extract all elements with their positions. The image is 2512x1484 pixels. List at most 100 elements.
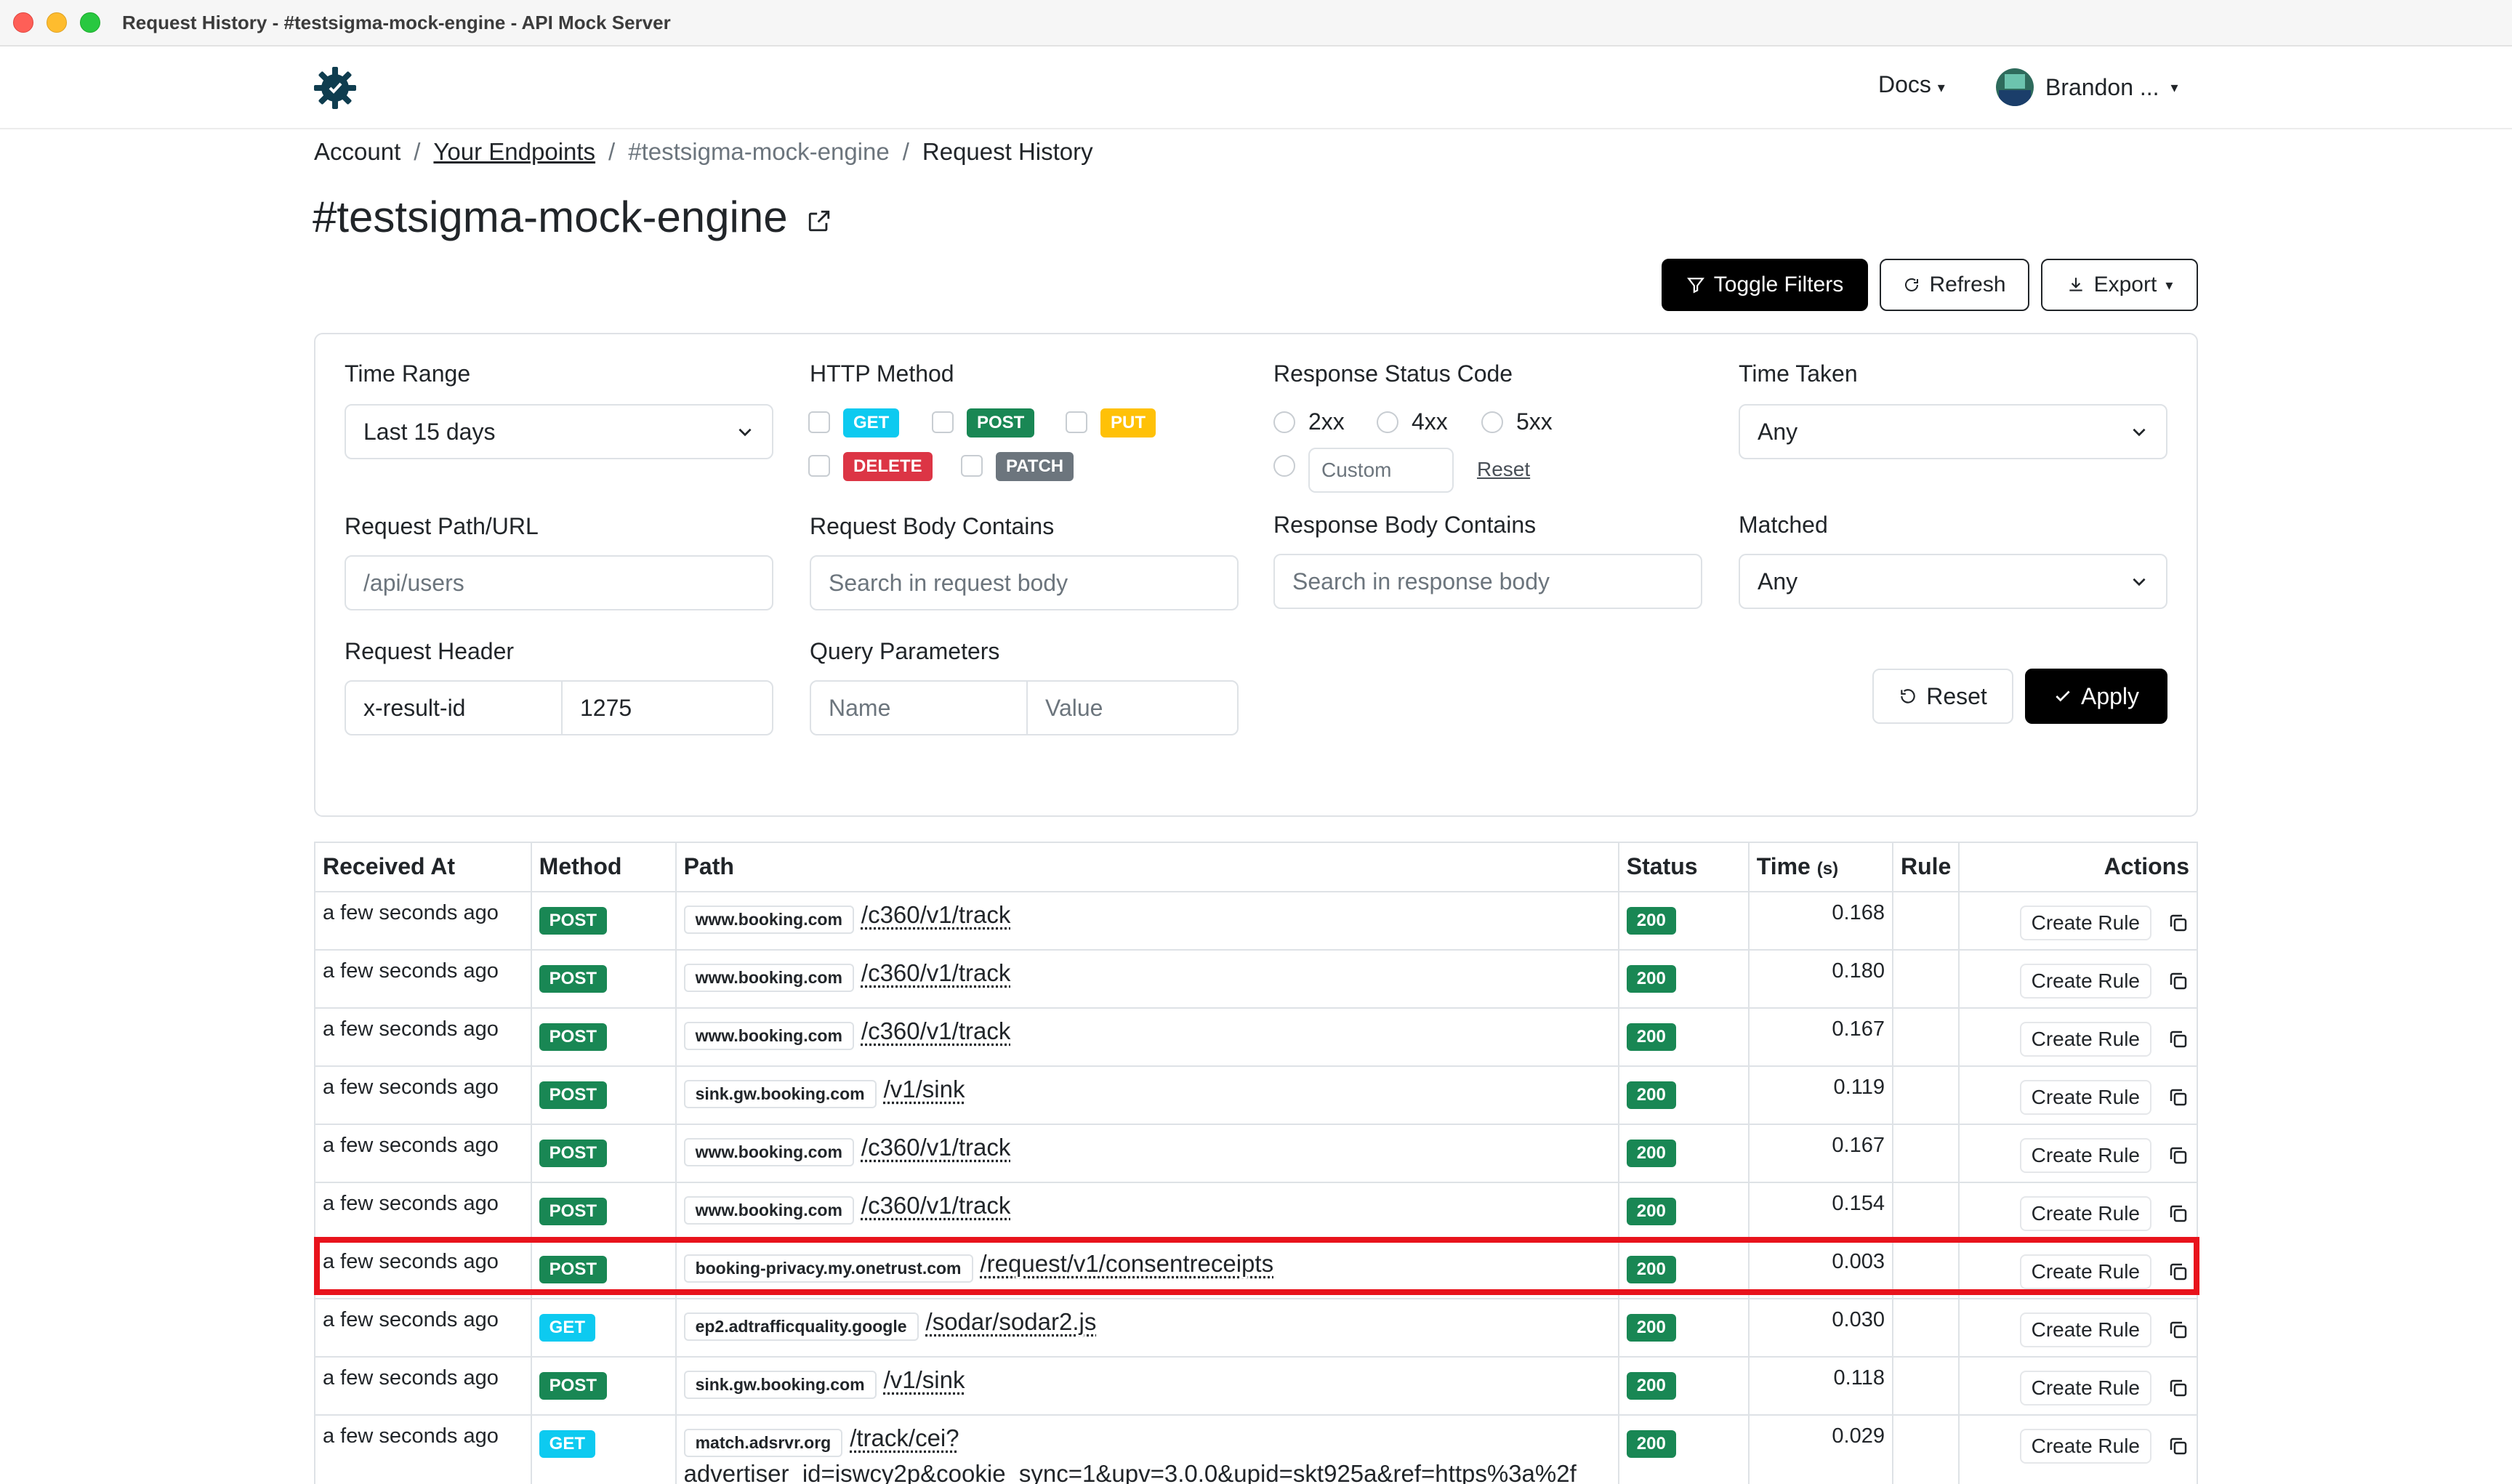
create-rule-button[interactable]: Create Rule xyxy=(2020,1429,2151,1464)
table-header-row: Received At Method Path Status Time (s) … xyxy=(315,842,2197,892)
refresh-label: Refresh xyxy=(1929,273,2005,297)
col-path[interactable]: Path xyxy=(676,842,1619,892)
minimize-window-button[interactable] xyxy=(47,12,67,33)
status-4xx-radio[interactable] xyxy=(1377,411,1398,433)
copy-icon[interactable] xyxy=(2167,1435,2189,1457)
header-value-input[interactable]: 1275 xyxy=(561,682,772,734)
request-path-link[interactable]: /c360/v1/track xyxy=(861,901,1010,928)
host-badge: booking-privacy.my.onetrust.com xyxy=(684,1254,973,1283)
status-2xx-radio[interactable] xyxy=(1273,411,1295,433)
create-rule-button[interactable]: Create Rule xyxy=(2020,1312,2151,1347)
time-range-select[interactable]: Last 15 days xyxy=(345,404,773,459)
copy-icon[interactable] xyxy=(2167,1145,2189,1166)
header-name-input[interactable]: x-result-id xyxy=(346,682,561,734)
col-time[interactable]: Time (s) xyxy=(1749,842,1893,892)
create-rule-button[interactable]: Create Rule xyxy=(2020,906,2151,940)
breadcrumb-endpoints-link[interactable]: Your Endpoints xyxy=(433,138,595,166)
user-menu[interactable]: Brandon ... ▾ xyxy=(1996,68,2178,106)
query-name-input[interactable]: Name xyxy=(811,682,1026,734)
create-rule-button[interactable]: Create Rule xyxy=(2020,1196,2151,1231)
copy-icon[interactable] xyxy=(2167,1203,2189,1225)
received-at-cell: a few seconds ago xyxy=(315,892,531,950)
method-get-checkbox[interactable] xyxy=(808,411,830,433)
reset-filters-button[interactable]: Reset xyxy=(1872,669,2013,724)
create-rule-button[interactable]: Create Rule xyxy=(2020,964,2151,999)
breadcrumb-account[interactable]: Account xyxy=(314,138,400,166)
create-rule-button[interactable]: Create Rule xyxy=(2020,1371,2151,1406)
create-rule-button[interactable]: Create Rule xyxy=(2020,1022,2151,1057)
table-row[interactable]: a few seconds ago POST booking-privacy.my.… xyxy=(315,1241,2197,1299)
status-5xx-radio[interactable] xyxy=(1481,411,1503,433)
breadcrumb-endpoint[interactable]: #testsigma-mock-engine xyxy=(628,138,890,166)
col-method[interactable]: Method xyxy=(531,842,676,892)
method-post-checkbox[interactable] xyxy=(932,411,954,433)
col-received-at[interactable]: Received At xyxy=(315,842,531,892)
method-badge: POST xyxy=(539,907,607,935)
toggle-filters-button[interactable]: Toggle Filters xyxy=(1662,259,1868,311)
table-row[interactable]: a few seconds ago POST sink.gw.booking.com… xyxy=(315,1066,2197,1124)
docs-dropdown[interactable]: Docs ▾ xyxy=(1878,71,1945,98)
method-patch-checkbox[interactable] xyxy=(961,455,983,477)
method-cell: POST xyxy=(531,1182,676,1241)
create-rule-button[interactable]: Create Rule xyxy=(2020,1080,2151,1115)
col-rule[interactable]: Rule xyxy=(1893,842,1959,892)
copy-icon[interactable] xyxy=(2167,1319,2189,1341)
time-taken-select[interactable]: Any xyxy=(1739,404,2167,459)
status-cell: 200 xyxy=(1619,1415,1749,1484)
status-custom-input[interactable]: Custom xyxy=(1308,448,1454,493)
apply-filters-button[interactable]: Apply xyxy=(2025,669,2167,724)
chevron-down-icon xyxy=(2130,572,2149,591)
copy-icon[interactable] xyxy=(2167,1261,2189,1283)
response-body-input[interactable]: Search in response body xyxy=(1273,554,1702,609)
create-rule-button[interactable]: Create Rule xyxy=(2020,1138,2151,1173)
host-badge: sink.gw.booking.com xyxy=(684,1080,877,1108)
status-cell: 200 xyxy=(1619,1008,1749,1066)
method-cell: POST xyxy=(531,1357,676,1415)
request-body-input[interactable]: Search in request body xyxy=(810,555,1239,610)
request-path-link[interactable]: /v1/sink xyxy=(884,1076,965,1102)
request-path-link[interactable]: /v1/sink xyxy=(884,1366,965,1393)
col-time-unit: (s) xyxy=(1817,859,1838,879)
table-row[interactable]: a few seconds ago POST www.booking.com/c36… xyxy=(315,950,2197,1008)
table-row[interactable]: a few seconds ago POST www.booking.com/c36… xyxy=(315,1008,2197,1066)
status-reset-link[interactable]: Reset xyxy=(1477,458,1530,481)
matched-label: Matched xyxy=(1739,512,1828,539)
table-row[interactable]: a few seconds ago GET ep2.adtrafficquality… xyxy=(315,1299,2197,1357)
method-put-checkbox[interactable] xyxy=(1066,411,1087,433)
copy-icon[interactable] xyxy=(2167,912,2189,934)
request-path-link[interactable]: /track/cei? xyxy=(850,1424,959,1451)
copy-icon[interactable] xyxy=(2167,1086,2189,1108)
path-input[interactable]: /api/users xyxy=(345,555,773,610)
copy-icon[interactable] xyxy=(2167,1028,2189,1050)
table-row[interactable]: a few seconds ago POST www.booking.com/c36… xyxy=(315,1124,2197,1182)
request-path-link[interactable]: /request/v1/consentreceipts xyxy=(981,1250,1274,1277)
create-rule-button[interactable]: Create Rule xyxy=(2020,1254,2151,1289)
received-at-cell: a few seconds ago xyxy=(315,1299,531,1357)
query-value-input[interactable]: Value xyxy=(1026,682,1237,734)
refresh-button[interactable]: Refresh xyxy=(1880,259,2029,311)
col-status[interactable]: Status xyxy=(1619,842,1749,892)
table-row[interactable]: a few seconds ago POST sink.gw.booking.com… xyxy=(315,1357,2197,1415)
request-path-link[interactable]: /c360/v1/track xyxy=(861,1017,1010,1044)
export-dropdown-button[interactable]: Export ▾ xyxy=(2041,259,2198,311)
copy-icon[interactable] xyxy=(2167,970,2189,992)
time-cell: 0.118 xyxy=(1749,1357,1893,1415)
method-delete-checkbox[interactable] xyxy=(808,455,830,477)
maximize-window-button[interactable] xyxy=(80,12,100,33)
app-logo-icon[interactable] xyxy=(311,64,359,112)
status-custom-radio[interactable] xyxy=(1273,455,1295,477)
status-cell: 200 xyxy=(1619,1124,1749,1182)
status-cell: 200 xyxy=(1619,1241,1749,1299)
matched-select[interactable]: Any xyxy=(1739,554,2167,609)
request-path-link[interactable]: /c360/v1/track xyxy=(861,1134,1010,1161)
request-path-link[interactable]: /sodar/sodar2.js xyxy=(926,1308,1097,1335)
close-window-button[interactable] xyxy=(13,12,33,33)
table-row[interactable]: a few seconds ago GET match.adsrvr.org/tra… xyxy=(315,1415,2197,1484)
table-row[interactable]: a few seconds ago POST www.booking.com/c36… xyxy=(315,892,2197,950)
request-path-link[interactable]: /c360/v1/track xyxy=(861,1192,1010,1219)
external-link-icon[interactable] xyxy=(807,209,832,233)
request-path-link[interactable]: /c360/v1/track xyxy=(861,959,1010,986)
copy-icon[interactable] xyxy=(2167,1377,2189,1399)
status-badge: 200 xyxy=(1627,1430,1676,1458)
table-row[interactable]: a few seconds ago POST www.booking.com/c36… xyxy=(315,1182,2197,1241)
